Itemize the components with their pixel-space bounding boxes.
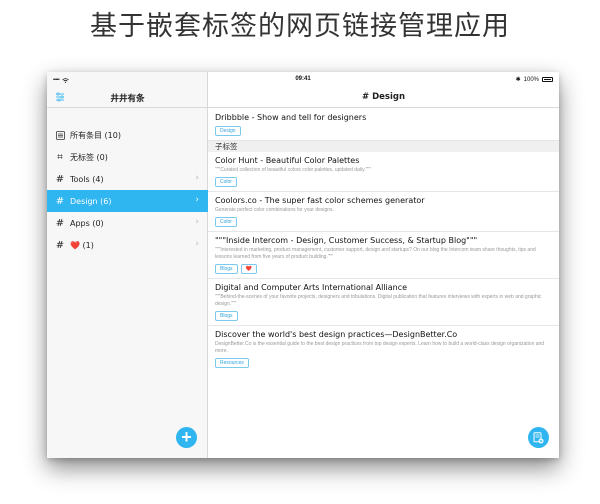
link-title: Dribbble - Show and tell for designers: [215, 113, 367, 122]
status-bar: ••••• 09:41 ✱ 100%: [47, 72, 559, 88]
sidebar-item-apps[interactable]: # Apps (0) ›: [47, 212, 208, 234]
chevron-right-icon: ›: [195, 195, 199, 205]
list-item[interactable]: """Inside Intercom - Design, Customer Su…: [208, 232, 559, 279]
link-description: """Curated collection of beautiful color…: [215, 167, 371, 173]
battery-icon: [542, 77, 553, 82]
sidebar-item-tools[interactable]: # Tools (4) ›: [47, 168, 208, 190]
tag-group: Design: [215, 126, 553, 136]
sidebar-item-heart[interactable]: # ❤️ (1) ›: [47, 234, 208, 256]
sidebar-item-label: 所有条目 (10): [70, 130, 121, 140]
promo-headline: 基于嵌套标签的网页链接管理应用: [90, 11, 510, 42]
tag-chip[interactable]: Color: [215, 217, 237, 227]
list-item[interactable]: Dribbble - Show and tell for designers D…: [208, 109, 559, 141]
sidebar-item-label: Design (6): [70, 196, 112, 206]
link-description: """Interested in marketing, product mana…: [215, 247, 536, 260]
subtag-section-header: 子标签: [208, 141, 559, 152]
list-icon: [55, 130, 65, 140]
add-link-button[interactable]: [528, 427, 549, 448]
sidebar-item-label: Apps (0): [70, 218, 104, 228]
clock: 09:41: [295, 76, 311, 82]
status-right: ✱ 100%: [516, 76, 553, 83]
sidebar-item-label: ❤️ (1): [70, 240, 94, 250]
chevron-right-icon: ›: [195, 217, 199, 227]
list-item[interactable]: Discover the world's best design practic…: [208, 326, 559, 372]
link-description: """Behind-the-scenes of your favorite pr…: [215, 294, 542, 307]
tag-chip[interactable]: Blogs: [215, 311, 238, 321]
sidebar-header: 井井有条: [47, 88, 208, 108]
add-tag-button[interactable]: +: [176, 427, 197, 448]
sidebar-item-design[interactable]: # Design (6) ›: [47, 190, 208, 212]
plus-icon: +: [181, 427, 192, 447]
tag-chip[interactable]: Blogs: [215, 264, 238, 274]
tag-group: Blogs: [215, 311, 553, 321]
link-title: """Inside Intercom - Design, Customer Su…: [215, 236, 478, 245]
link-list: Dribbble - Show and tell for designers D…: [208, 109, 559, 372]
sidebar-item-all[interactable]: 所有条目 (10): [47, 124, 208, 146]
link-title: Discover the world's best design practic…: [215, 330, 458, 339]
link-title: Color Hunt - Beautiful Color Palettes: [215, 156, 360, 165]
tag-list: 所有条目 (10) ⌗ 无标签 (0) # Tools (4) › # Desi…: [47, 124, 208, 256]
sidebar-item-untagged[interactable]: ⌗ 无标签 (0): [47, 146, 208, 168]
chevron-right-icon: ›: [195, 173, 199, 183]
bluetooth-icon: ✱: [515, 77, 521, 83]
hash-icon: ⌗: [57, 151, 63, 163]
link-description: DesignBetter.Co is the essential guide t…: [215, 341, 545, 354]
chevron-right-icon: ›: [195, 239, 199, 249]
tag-group: Resources: [215, 358, 553, 368]
list-item[interactable]: Coolors.co - The super fast color scheme…: [208, 192, 559, 232]
link-title: Coolors.co - The super fast color scheme…: [215, 196, 425, 205]
page-title: # Design: [361, 92, 405, 102]
hash-icon: #: [55, 239, 65, 251]
hash-icon: #: [55, 173, 65, 185]
main-header: # Design: [208, 88, 559, 108]
hash-icon: #: [55, 195, 65, 207]
tag-chip[interactable]: Color: [215, 177, 237, 187]
list-item[interactable]: Color Hunt - Beautiful Color Palettes ""…: [208, 152, 559, 192]
sidebar-title: 井井有条: [110, 94, 145, 104]
add-document-icon: [533, 431, 544, 443]
link-title: Digital and Computer Arts International …: [215, 283, 408, 292]
link-description: Generate perfect color combinations for …: [215, 207, 334, 213]
main-panel: # Design Dribbble - Show and tell for de…: [208, 72, 559, 458]
tag-group: Blogs ❤️: [215, 264, 553, 274]
tag-chip[interactable]: ❤️: [240, 264, 257, 274]
battery-percent: 100%: [523, 76, 539, 83]
list-item[interactable]: Digital and Computer Arts International …: [208, 279, 559, 326]
sidebar-item-label: 无标签 (0): [70, 152, 108, 162]
tag-group: Color: [215, 217, 553, 227]
tag-group: Color: [215, 177, 553, 187]
hash-icon: #: [55, 217, 65, 229]
tag-chip[interactable]: Design: [215, 126, 241, 136]
sidebar-item-label: Tools (4): [70, 174, 104, 184]
tag-chip[interactable]: Resources: [215, 358, 249, 368]
ipad-screen: 井井有条 所有条目 (10) ⌗ 无标签 (0) # Tools (4) › #…: [47, 72, 559, 458]
sidebar: 井井有条 所有条目 (10) ⌗ 无标签 (0) # Tools (4) › #…: [47, 72, 208, 458]
